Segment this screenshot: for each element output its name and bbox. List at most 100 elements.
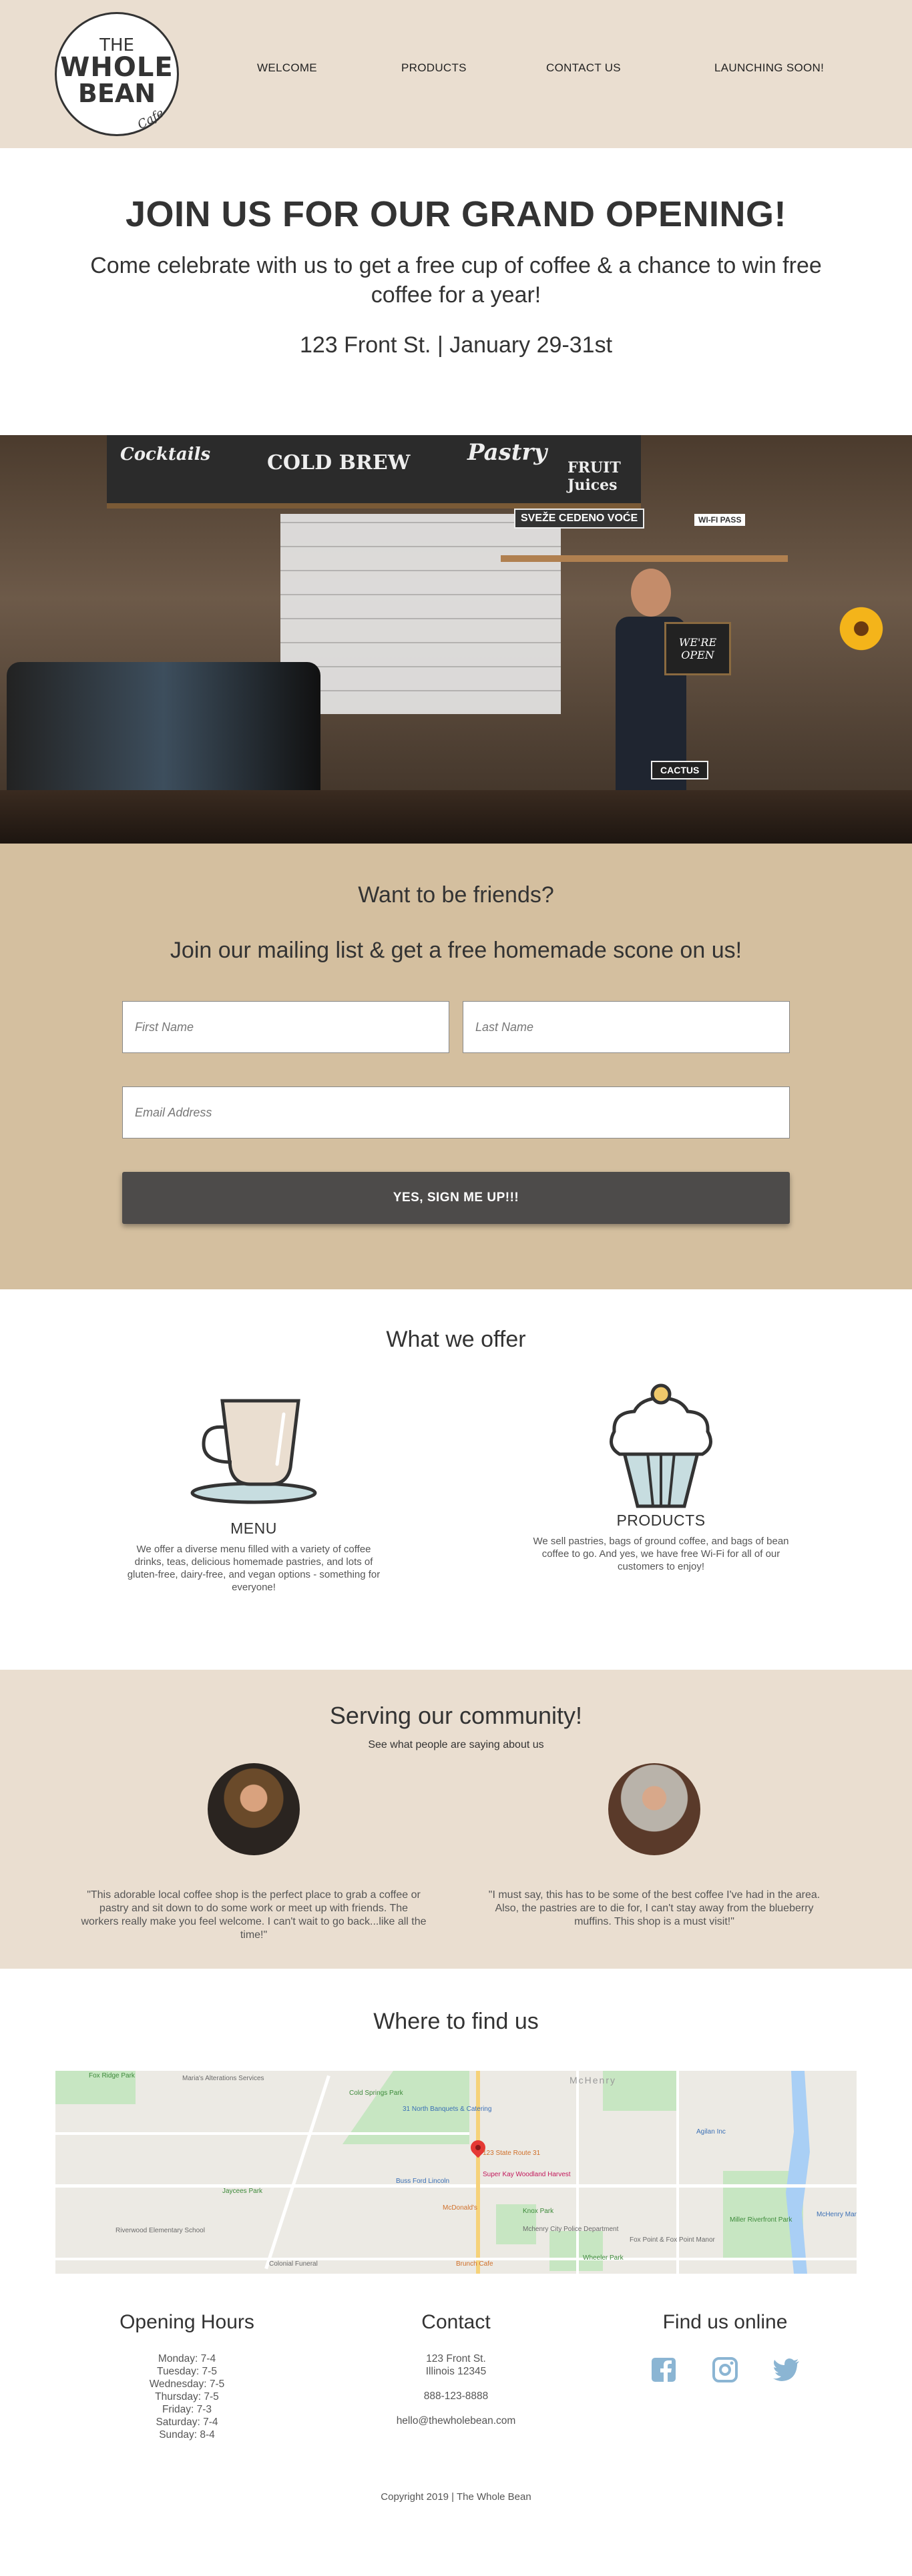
offer-menu-title: MENU — [230, 1520, 277, 1537]
hero-subtitle: Come celebrate with us to get a free cup… — [90, 253, 822, 308]
hours-heading: Opening Hours — [120, 2311, 254, 2333]
hours-line: Sunday: 8-4 — [159, 2429, 215, 2441]
avatar — [208, 1763, 300, 1855]
hero-title: JOIN US FOR OUR GRAND OPENING! — [125, 194, 787, 234]
map-label: Fox Ridge Park — [89, 2072, 135, 2079]
wifi-sign: WI-FI PASS — [694, 514, 746, 526]
testimonial-quote: "This adorable local coffee shop is the … — [81, 1889, 427, 1941]
map-label: Wheeler Park — [583, 2254, 624, 2262]
map-label: Maria's Alterations Services — [182, 2075, 264, 2082]
logo-line-3: BEAN — [77, 79, 156, 108]
testimonial-quote: "I must say, this has to be some of the … — [488, 1889, 821, 1927]
hero-section: JOIN US FOR OUR GRAND OPENING! Come cele… — [0, 148, 912, 435]
board-word: Cocktails — [120, 444, 211, 464]
map-label: 31 North Banquets & Catering — [403, 2106, 492, 2113]
offer-products: PRODUCTS We sell pastries, bags of groun… — [527, 1379, 794, 1573]
offer-products-text: We sell pastries, bags of ground coffee,… — [533, 1536, 789, 1572]
map-label: Agilan Inc — [696, 2128, 726, 2136]
sunflowers — [828, 595, 895, 662]
signup-button[interactable]: YES, SIGN ME UP!!! — [122, 1172, 790, 1224]
location-section: Where to find us 123 State Route 31 Fox … — [0, 1969, 912, 2576]
map-label: McHenry Marina — [817, 2211, 857, 2218]
chalk-sign: WE'RE OPEN — [664, 622, 731, 675]
sign-fresh-juice: SVEŽE CEDENO VOĆE — [514, 509, 645, 529]
map-label: Fox Point & Fox Point Manor — [630, 2236, 715, 2244]
hours-line: Saturday: 7-4 — [156, 2417, 218, 2428]
map-label: Knox Park — [523, 2208, 554, 2215]
map-label: Jaycees Park — [222, 2188, 263, 2195]
offer-menu: MENU We offer a diverse menu filled with… — [120, 1387, 387, 1594]
signup-form: First Name Last Name Email Address YES, … — [122, 1001, 790, 1224]
map-label: McHenry — [569, 2075, 617, 2085]
map[interactable]: 123 State Route 31 Fox Ridge Park Maria'… — [55, 2071, 857, 2274]
email-input[interactable]: Email Address — [122, 1086, 790, 1139]
map-label: Miller Riverfront Park — [730, 2216, 792, 2224]
nav-welcome[interactable]: WELCOME — [257, 61, 317, 75]
logo-line-2: WHOLE — [60, 52, 174, 83]
nav-launching-soon[interactable]: LAUNCHING SOON! — [714, 61, 824, 75]
tile-wall — [280, 514, 561, 714]
copyright: Copyright 2019 | The Whole Bean — [381, 2491, 531, 2503]
board-word: Pastry — [467, 439, 547, 466]
menu-chalkboard: Cocktails COLD BREW Pastry FRUIT Juices — [107, 435, 641, 509]
address-line: Illinois 12345 — [425, 2366, 487, 2377]
board-word: FRUIT Juices — [567, 459, 621, 494]
espresso-machine — [7, 662, 320, 802]
hours-line: Friday: 7-3 — [162, 2404, 212, 2415]
testimonial: "I must say, this has to be some of the … — [481, 1763, 828, 1929]
phone-link[interactable]: 888-123-8888 — [356, 2390, 556, 2402]
cafe-photo: Cocktails COLD BREW Pastry FRUIT Juices … — [0, 435, 912, 844]
mailing-list-section: Want to be friends? Join our mailing lis… — [0, 844, 912, 1289]
signup-subheading: Join our mailing list & get a free homem… — [170, 938, 742, 963]
counter — [0, 790, 912, 844]
shelf — [501, 555, 788, 562]
cupcake-icon — [527, 1379, 794, 1508]
map-label: Colonial Funeral — [269, 2260, 318, 2268]
board-word: COLD BREW — [267, 451, 411, 474]
signup-heading: Want to be friends? — [358, 882, 554, 908]
nav-products[interactable]: PRODUCTS — [401, 61, 467, 75]
map-label: 123 State Route 31 — [483, 2150, 541, 2157]
community-heading: Serving our community! — [329, 1702, 583, 1729]
twitter-icon[interactable] — [773, 2356, 800, 2383]
hours-line: Tuesday: 7-5 — [157, 2366, 217, 2377]
hero-address: 123 Front St. | January 29-31st — [299, 332, 613, 358]
offer-menu-text: We offer a diverse menu filled with a va… — [127, 1544, 381, 1593]
hours-line: Thursday: 7-5 — [155, 2391, 219, 2402]
logo[interactable]: THE WHOLE BEAN Cafe — [55, 12, 179, 136]
location-heading: Where to find us — [373, 2009, 539, 2034]
last-name-input[interactable]: Last Name — [463, 1001, 790, 1053]
community-tagline: See what people are saying about us — [368, 1739, 544, 1750]
offer-section: What we offer MENU We offer a diverse me… — [0, 1289, 912, 1670]
map-label: McDonald's — [443, 2204, 477, 2212]
instagram-icon[interactable] — [712, 2356, 738, 2383]
map-label: Buss Ford Lincoln — [396, 2178, 450, 2185]
testimonial: "This adorable local coffee shop is the … — [80, 1763, 427, 1942]
contact-heading: Contact — [421, 2311, 491, 2333]
avatar — [608, 1763, 700, 1855]
cactus-label: CACTUS — [651, 761, 709, 779]
hours-line: Monday: 7-4 — [158, 2353, 216, 2364]
hours-line: Wednesday: 7-5 — [149, 2378, 225, 2390]
address-line: 123 Front St. — [426, 2353, 486, 2364]
first-name-input[interactable]: First Name — [122, 1001, 449, 1053]
social-heading: Find us online — [662, 2311, 788, 2333]
social-links: Find us online — [625, 2311, 825, 2383]
offer-heading: What we offer — [386, 1327, 526, 1352]
contact-info: Contact 123 Front St. Illinois 12345 888… — [356, 2311, 556, 2427]
footer-info: Opening Hours Monday: 7-4 Tuesday: 7-5 W… — [0, 2311, 912, 2465]
facebook-icon[interactable] — [650, 2356, 677, 2383]
offer-products-title: PRODUCTS — [616, 1512, 706, 1529]
barista — [601, 563, 701, 790]
site-header: THE WHOLE BEAN Cafe WELCOME PRODUCTS CON… — [0, 0, 912, 148]
coffee-cup-icon — [120, 1387, 387, 1514]
nav-contact-us[interactable]: CONTACT US — [546, 61, 621, 75]
map-label: Super Kay Woodland Harvest — [483, 2171, 571, 2178]
map-label: Mchenry City Police Department — [523, 2226, 619, 2233]
map-label: Brunch Cafe — [456, 2260, 493, 2268]
community-section: Serving our community! See what people a… — [0, 1670, 912, 1969]
map-label: Riverwood Elementary School — [116, 2227, 205, 2234]
map-label: Cold Springs Park — [349, 2089, 403, 2097]
email-link[interactable]: hello@thewholebean.com — [356, 2414, 556, 2427]
logo-script: Cafe — [135, 105, 167, 133]
